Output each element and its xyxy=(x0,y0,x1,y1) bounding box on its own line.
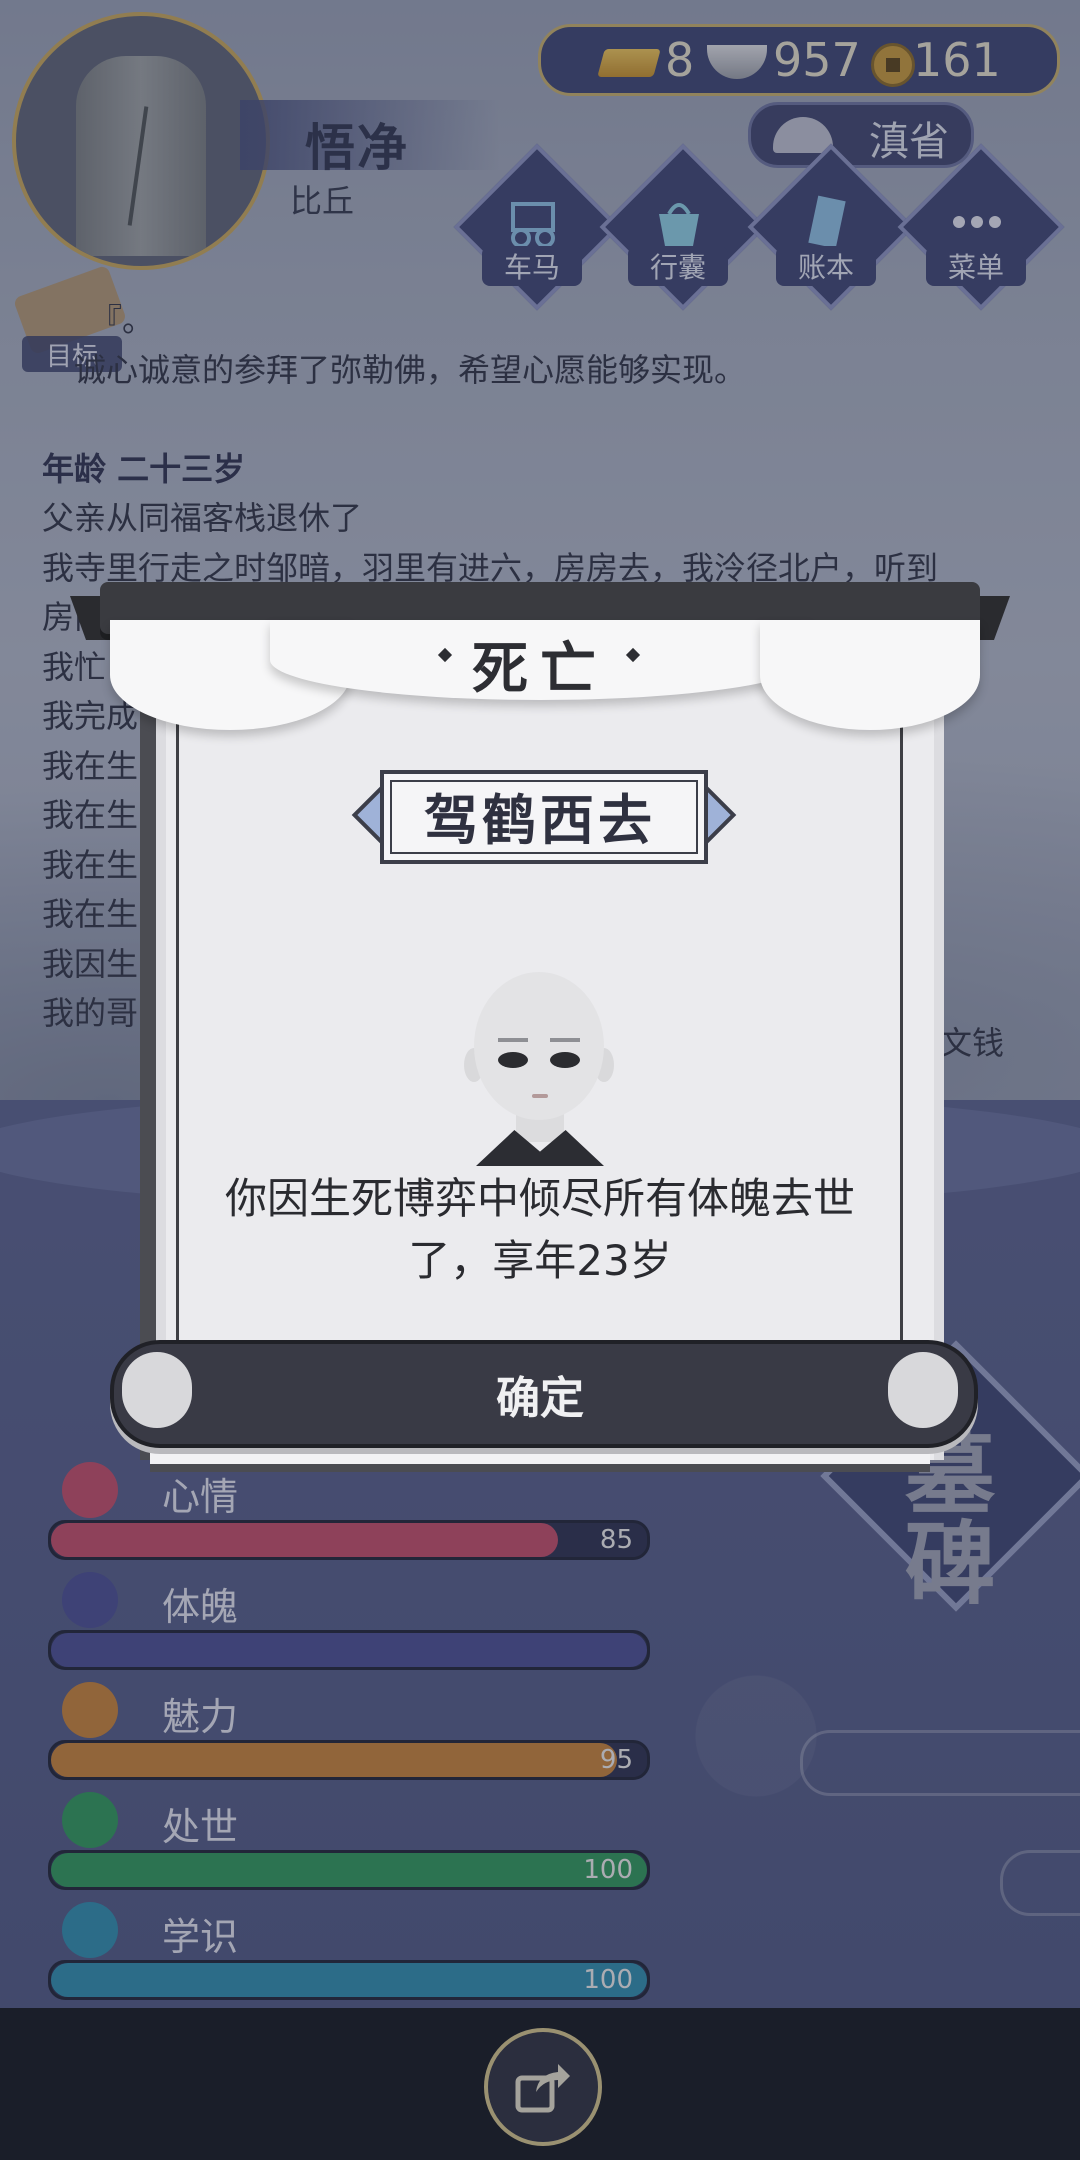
monk-eye xyxy=(550,1052,580,1068)
confirm-label[interactable]: 确定 xyxy=(110,1362,970,1426)
monk-mouth xyxy=(532,1094,548,1098)
modal-subtitle: 驾鹤西去 xyxy=(424,789,656,852)
modal-title: 死亡 xyxy=(472,637,608,702)
drape-right xyxy=(760,620,980,730)
monk-brow xyxy=(498,1038,528,1042)
monk-eye xyxy=(498,1052,528,1068)
death-message-line: 了，享年23岁 xyxy=(408,1236,672,1285)
death-message-line: 你因生死博弈中倾尽所有体魄去世 xyxy=(224,1174,855,1223)
death-message: 你因生死博弈中倾尽所有体魄去世 了，享年23岁 xyxy=(196,1168,884,1292)
monk-brow xyxy=(550,1038,580,1042)
